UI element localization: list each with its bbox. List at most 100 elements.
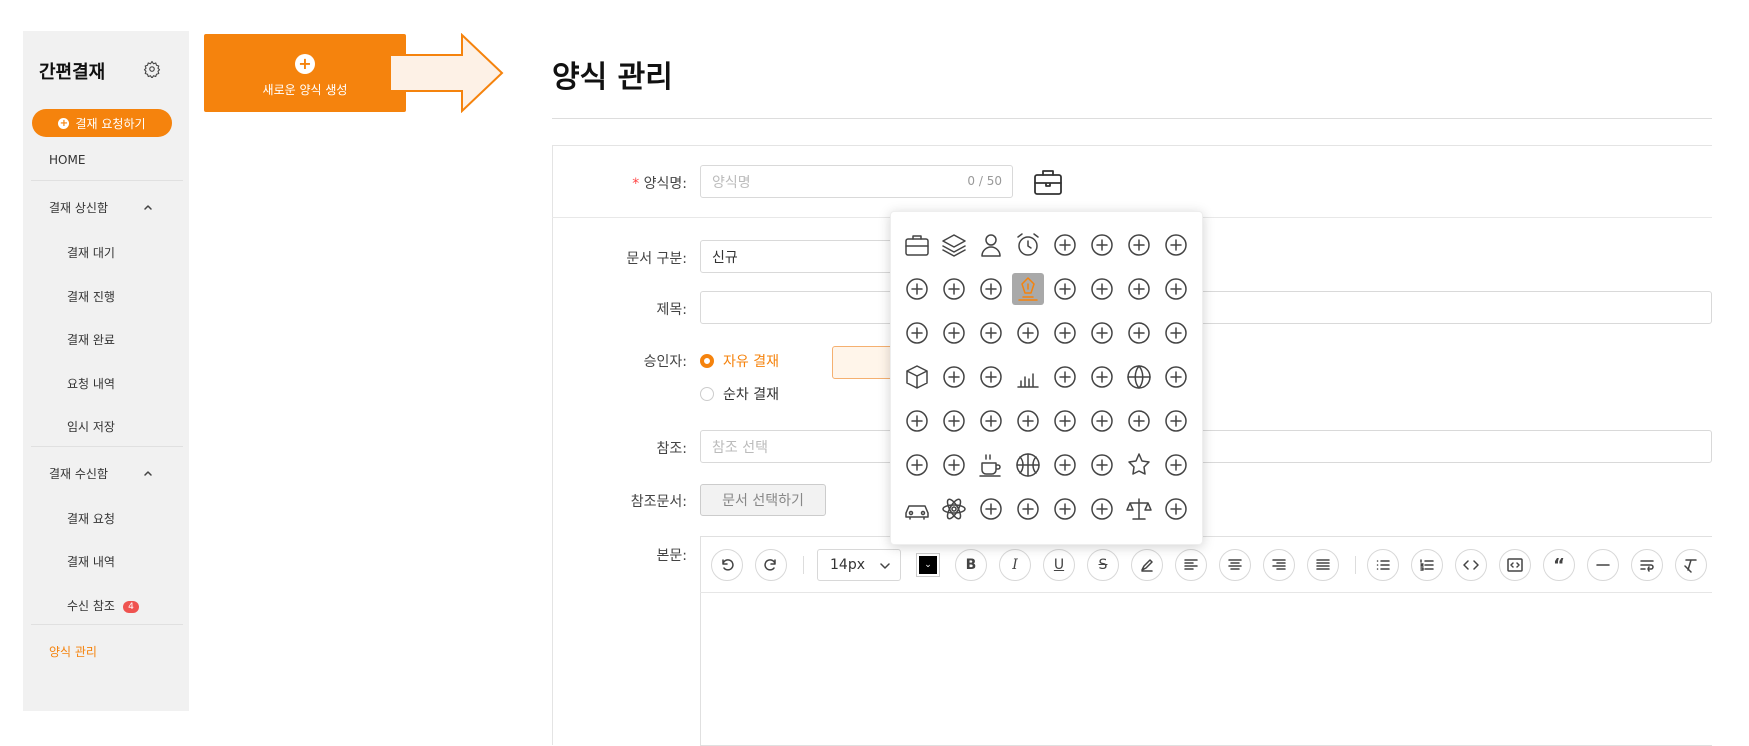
redo-icon[interactable] (755, 549, 787, 581)
briefcase-icon[interactable] (901, 229, 933, 261)
gavel-icon[interactable] (1049, 493, 1081, 525)
wrap-text-icon[interactable] (1631, 549, 1663, 581)
scale-icon[interactable] (1123, 493, 1155, 525)
meal-icon[interactable] (975, 493, 1007, 525)
coffee-icon[interactable] (975, 449, 1007, 481)
code-inline-icon[interactable] (1455, 549, 1487, 581)
form-name-input[interactable]: 양식명 0 / 50 (700, 165, 1013, 198)
align-left-icon[interactable] (1175, 549, 1207, 581)
numbered-list-icon[interactable] (1411, 549, 1443, 581)
inbox-icon[interactable] (1086, 273, 1118, 305)
video-camera-icon[interactable] (1160, 317, 1192, 349)
nav-received-history[interactable]: 결재 내역 (67, 553, 115, 570)
growth-chart-icon[interactable] (938, 317, 970, 349)
subject-input[interactable] (700, 291, 1712, 324)
horizontal-rule-icon[interactable] (1587, 549, 1619, 581)
chevron-up-icon[interactable] (143, 202, 153, 212)
nav-received-group[interactable]: 결재 수신함 (49, 465, 108, 482)
italic-icon[interactable]: I (999, 549, 1031, 581)
office-building-icon[interactable] (1160, 229, 1192, 261)
head-heart-icon[interactable] (1160, 449, 1192, 481)
org-chart-icon[interactable] (938, 273, 970, 305)
browser-code-icon[interactable] (1086, 317, 1118, 349)
list-box-icon[interactable] (938, 361, 970, 393)
pen-nib-icon[interactable] (1012, 273, 1044, 305)
couple-heart-icon[interactable] (1160, 405, 1192, 437)
nav-home[interactable]: HOME (49, 153, 85, 167)
radio-free-approval[interactable]: 자유 결재 (700, 351, 779, 371)
layers-icon[interactable] (938, 229, 970, 261)
request-approval-button[interactable]: + 결재 요청하기 (32, 109, 172, 137)
ai-head-icon[interactable] (1049, 361, 1081, 393)
nav-received-cc[interactable]: 수신 참조 4 (67, 597, 139, 614)
globe-icon[interactable] (1123, 361, 1155, 393)
chat-icon[interactable] (975, 405, 1007, 437)
user-icon[interactable] (975, 229, 1007, 261)
hierarchy-icon[interactable] (975, 361, 1007, 393)
paw-icon[interactable] (1049, 449, 1081, 481)
star-icon[interactable] (1123, 449, 1155, 481)
quote-icon[interactable]: “ (1543, 549, 1575, 581)
handshake-icon[interactable] (1012, 317, 1044, 349)
undo-icon[interactable] (711, 549, 743, 581)
award-icon[interactable] (1012, 405, 1044, 437)
network-icon[interactable] (1049, 405, 1081, 437)
code-block-icon[interactable] (1499, 549, 1531, 581)
bar-chart-icon[interactable] (1012, 361, 1044, 393)
nav-sent-complete[interactable]: 결재 완료 (67, 331, 115, 348)
hand-heart-icon[interactable] (1012, 493, 1044, 525)
alarm-clock-icon[interactable] (1012, 229, 1044, 261)
atom-icon[interactable] (938, 493, 970, 525)
head-drop-icon[interactable] (1086, 405, 1118, 437)
house-family-icon[interactable] (1086, 493, 1118, 525)
strikethrough-icon[interactable]: S (1087, 549, 1119, 581)
nav-sent-history[interactable]: 요청 내역 (67, 375, 115, 392)
text-color-button[interactable]: ⌄ (916, 553, 940, 577)
home-edit-icon[interactable] (1123, 273, 1155, 305)
underline-icon[interactable]: U (1043, 549, 1075, 581)
people-icon[interactable] (1123, 229, 1155, 261)
clear-format-icon[interactable] (1675, 549, 1707, 581)
bold-icon[interactable]: B (955, 549, 987, 581)
gear-icon[interactable] (143, 60, 161, 78)
briefcase-icon[interactable] (1032, 166, 1064, 198)
nav-form-manage[interactable]: 양식 관리 (49, 643, 97, 660)
ref-select[interactable]: 참조 선택 (700, 430, 1712, 463)
group-icon[interactable] (1086, 229, 1118, 261)
align-right-icon[interactable] (1263, 549, 1295, 581)
home-heart-icon[interactable] (938, 449, 970, 481)
doctype-select[interactable]: 신규 (700, 240, 900, 273)
basketball-icon[interactable] (1012, 449, 1044, 481)
bullet-list-icon[interactable] (1367, 549, 1399, 581)
truck-icon[interactable] (1160, 493, 1192, 525)
font-size-select[interactable]: 14px (817, 549, 901, 581)
broadcast-icon[interactable] (1160, 273, 1192, 305)
gender-icon[interactable] (1123, 405, 1155, 437)
car-icon[interactable] (901, 493, 933, 525)
nav-sent-draft[interactable]: 임시 저장 (67, 418, 115, 435)
code-window-icon[interactable] (901, 317, 933, 349)
hand-money-icon[interactable] (1049, 229, 1081, 261)
nav-sent-progress[interactable]: 결재 진행 (67, 288, 115, 305)
cycle-icon[interactable] (1160, 361, 1192, 393)
user-scan-icon[interactable] (975, 317, 1007, 349)
new-form-card[interactable]: + 새로운 양식 생성 (204, 34, 406, 112)
presentation-icon[interactable] (938, 405, 970, 437)
radio-sequential-approval[interactable]: 순차 결재 (700, 384, 779, 404)
lightbulb-icon[interactable] (1049, 317, 1081, 349)
coin-icon[interactable] (975, 273, 1007, 305)
align-center-icon[interactable] (1219, 549, 1251, 581)
stars-icon[interactable] (1123, 317, 1155, 349)
nav-received-request[interactable]: 결재 요청 (67, 510, 115, 527)
target-arrow-icon[interactable] (901, 405, 933, 437)
nav-sent-group[interactable]: 결재 상신함 (49, 199, 108, 216)
highlight-icon[interactable] (1131, 549, 1163, 581)
cube-icon[interactable] (901, 361, 933, 393)
film-reel-icon[interactable] (1086, 361, 1118, 393)
select-document-button[interactable]: 문서 선택하기 (700, 484, 826, 516)
buildings-icon[interactable] (1049, 273, 1081, 305)
chevron-up-icon[interactable] (143, 468, 153, 478)
align-justify-icon[interactable] (1307, 549, 1339, 581)
user-circle-icon[interactable] (901, 273, 933, 305)
baby-icon[interactable] (901, 449, 933, 481)
